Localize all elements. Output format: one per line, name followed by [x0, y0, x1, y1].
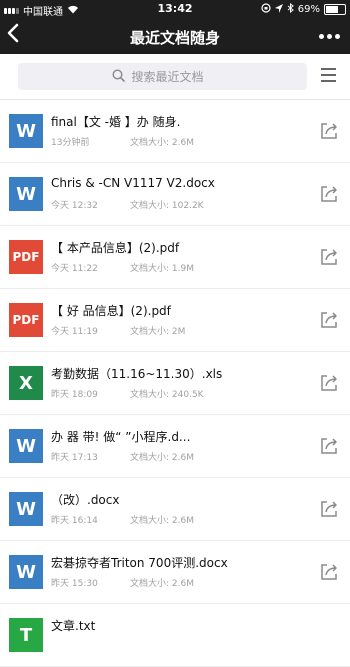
share-icon[interactable]: [318, 372, 340, 394]
file-time: 13分钟前: [51, 138, 90, 148]
file-row[interactable]: W （改）.docx 昨天 16:14 文档大小: 2.6M: [0, 478, 350, 541]
file-size: 文档大小: 2.6M: [130, 576, 194, 589]
file-size-label: 文档大小:: [130, 138, 170, 148]
file-size: 文档大小: 2.6M: [130, 513, 194, 526]
file-size-label: 文档大小:: [130, 390, 170, 400]
file-size: 文档大小: 2.6M: [130, 135, 194, 148]
txt-file-icon: T: [9, 618, 43, 652]
share-icon[interactable]: [318, 183, 340, 205]
search-box[interactable]: [18, 63, 307, 90]
file-size: 文档大小: 2.6M: [130, 450, 194, 463]
word-file-icon: W: [9, 177, 43, 211]
file-time: 今天 11:19: [51, 327, 98, 337]
file-size-value: 2M: [171, 327, 186, 337]
file-size-label: 文档大小:: [130, 201, 170, 211]
battery-icon: [324, 4, 346, 15]
file-name: （改）.docx: [51, 493, 120, 507]
file-size-label: 文档大小:: [130, 453, 170, 463]
file-size-value: 2.6M: [171, 138, 194, 148]
file-size: 文档大小: 2M: [130, 324, 185, 337]
file-size-value: 2.6M: [171, 579, 194, 589]
file-name: 【 好 品信息】(2).pdf: [51, 304, 171, 318]
word-file-icon: W: [9, 429, 43, 463]
file-row[interactable]: PDF 【 本产品信息】(2).pdf 今天 11:22 文档大小: 1.9M: [0, 226, 350, 289]
lock-rotation-icon: [261, 3, 271, 16]
file-size-value: 2.6M: [171, 453, 194, 463]
file-row[interactable]: W 办 器 带! 做“ ”小程序.d... 昨天 17:13 文档大小: 2.6…: [0, 415, 350, 478]
file-name: 文章.txt: [51, 619, 96, 633]
search-input[interactable]: [129, 68, 214, 85]
word-file-icon: W: [9, 555, 43, 589]
file-name: final【文 -婚 】办 随身.: [51, 115, 181, 129]
menu-icon[interactable]: [321, 68, 336, 82]
share-icon[interactable]: [318, 120, 340, 142]
share-icon[interactable]: [318, 498, 340, 520]
search-area: [0, 54, 350, 99]
file-name: Chris & -CN V1117 V2.docx: [51, 176, 215, 190]
share-icon[interactable]: [318, 246, 340, 268]
pdf-file-icon: PDF: [9, 303, 43, 337]
nav-bar: 最近文档随身: [0, 18, 350, 54]
file-size: 文档大小: 240.5K: [130, 387, 204, 400]
file-size-label: 文档大小:: [130, 327, 170, 337]
file-name: 宏碁掠夺者Triton 700评测.docx: [51, 556, 228, 570]
excel-file-icon: X: [9, 366, 43, 400]
bluetooth-icon: [287, 2, 294, 16]
file-time: 今天 12:32: [51, 201, 98, 211]
file-row[interactable]: W final【文 -婚 】办 随身. 13分钟前 文档大小: 2.6M: [0, 100, 350, 163]
file-row[interactable]: X 考勤数据（11.16~11.30）.xls 昨天 18:09 文档大小: 2…: [0, 352, 350, 415]
file-row[interactable]: PDF 【 好 品信息】(2).pdf 今天 11:19 文档大小: 2M: [0, 289, 350, 352]
file-time: 昨天 16:14: [51, 516, 98, 526]
search-icon: [111, 68, 125, 85]
file-name: 办 器 带! 做“ ”小程序.d...: [51, 430, 191, 444]
file-size-label: 文档大小:: [130, 579, 170, 589]
file-time: 今天 11:22: [51, 264, 98, 274]
file-size-value: 1.9M: [171, 264, 194, 274]
file-size-value: 2.6M: [171, 516, 194, 526]
file-row[interactable]: W Chris & -CN V1117 V2.docx 今天 12:32 文档大…: [0, 163, 350, 226]
file-size: 文档大小: 1.9M: [130, 261, 194, 274]
more-options-icon[interactable]: [319, 34, 340, 39]
pdf-file-icon: PDF: [9, 240, 43, 274]
file-size-label: 文档大小:: [130, 516, 170, 526]
page-title: 最近文档随身: [129, 29, 220, 47]
word-file-icon: W: [9, 492, 43, 526]
file-name: 考勤数据（11.16~11.30）.xls: [51, 367, 223, 381]
file-size-value: 240.5K: [171, 390, 204, 400]
file-size: 文档大小: 102.2K: [130, 198, 204, 211]
file-time: 昨天 17:13: [51, 453, 98, 463]
file-list: W final【文 -婚 】办 随身. 13分钟前 文档大小: 2.6M W C…: [0, 100, 350, 667]
share-icon[interactable]: [318, 561, 340, 583]
location-icon: [274, 3, 283, 16]
file-size-label: 文档大小:: [130, 264, 170, 274]
file-size-value: 102.2K: [171, 201, 204, 211]
file-time: 昨天 18:09: [51, 390, 98, 400]
file-time: 昨天 15:30: [51, 579, 98, 589]
share-icon[interactable]: [318, 309, 340, 331]
file-row[interactable]: T 文章.txt: [0, 604, 350, 667]
battery-percent: 69%: [297, 4, 320, 15]
file-name: 【 本产品信息】(2).pdf: [51, 241, 180, 255]
status-bar: 中国联通 13:42 69%: [0, 0, 350, 18]
word-file-icon: W: [9, 114, 43, 148]
share-icon[interactable]: [318, 435, 340, 457]
status-right: 69%: [261, 2, 346, 16]
file-row[interactable]: W 宏碁掠夺者Triton 700评测.docx 昨天 15:30 文档大小: …: [0, 541, 350, 604]
